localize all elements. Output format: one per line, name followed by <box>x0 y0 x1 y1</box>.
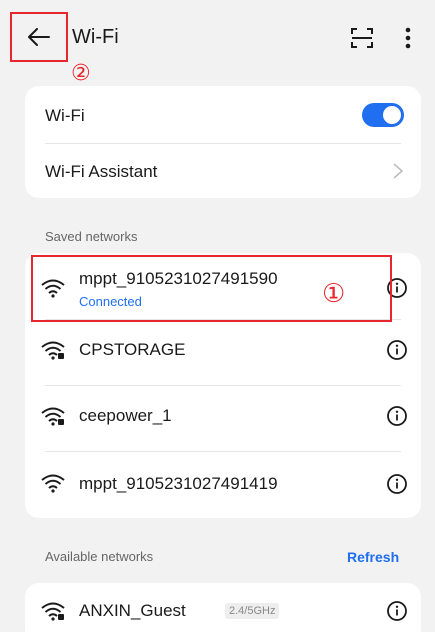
scan-qr-button[interactable] <box>350 26 374 50</box>
network-name: CPSTORAGE <box>79 340 186 359</box>
more-vertical-icon <box>405 27 411 49</box>
network-row[interactable]: ANXIN_Guest 2.4/5GHz <box>25 583 421 632</box>
info-icon[interactable] <box>386 339 408 361</box>
info-icon[interactable] <box>386 473 408 495</box>
wifi-locked-icon <box>41 407 65 426</box>
refresh-button[interactable]: Refresh <box>347 549 399 565</box>
back-arrow-icon <box>28 28 50 46</box>
network-row[interactable]: mppt_9105231027491419 <box>25 452 421 512</box>
info-icon[interactable] <box>386 600 408 622</box>
wifi-assistant-label: Wi-Fi Assistant <box>45 162 158 181</box>
wifi-settings-card: Wi-Fi Wi-Fi Assistant <box>25 86 421 198</box>
annotation-marker-1: ① <box>322 278 346 308</box>
chevron-right-icon <box>393 163 404 179</box>
top-bar: Wi-Fi ② <box>0 0 435 84</box>
wifi-toggle-label: Wi-Fi <box>45 106 85 125</box>
network-row[interactable]: ceepower_1 <box>25 386 421 446</box>
network-row[interactable]: CPSTORAGE <box>25 320 421 380</box>
back-button[interactable] <box>10 12 68 62</box>
page-title: Wi-Fi <box>72 26 119 48</box>
wifi-icon <box>41 474 65 493</box>
saved-networks-heading: Saved networks <box>45 229 138 244</box>
band-badge: 2.4/5GHz <box>225 603 280 619</box>
wifi-toggle-switch[interactable] <box>362 103 404 127</box>
wifi-assistant-row[interactable]: Wi-Fi Assistant <box>25 144 421 198</box>
network-name: ANXIN_Guest <box>79 601 186 620</box>
annotation-marker-2: ② <box>71 60 91 85</box>
available-networks-heading: Available networks <box>45 549 154 564</box>
scan-icon <box>351 28 373 48</box>
network-name: mppt_9105231027491419 <box>79 474 278 493</box>
more-options-button[interactable] <box>398 26 418 50</box>
info-icon[interactable] <box>386 405 408 427</box>
wifi-locked-icon <box>41 602 65 621</box>
wifi-locked-icon <box>41 341 65 360</box>
wifi-toggle-row[interactable]: Wi-Fi <box>25 86 421 144</box>
network-name: ceepower_1 <box>79 406 172 425</box>
available-networks-card: ANXIN_Guest 2.4/5GHz <box>25 583 421 632</box>
